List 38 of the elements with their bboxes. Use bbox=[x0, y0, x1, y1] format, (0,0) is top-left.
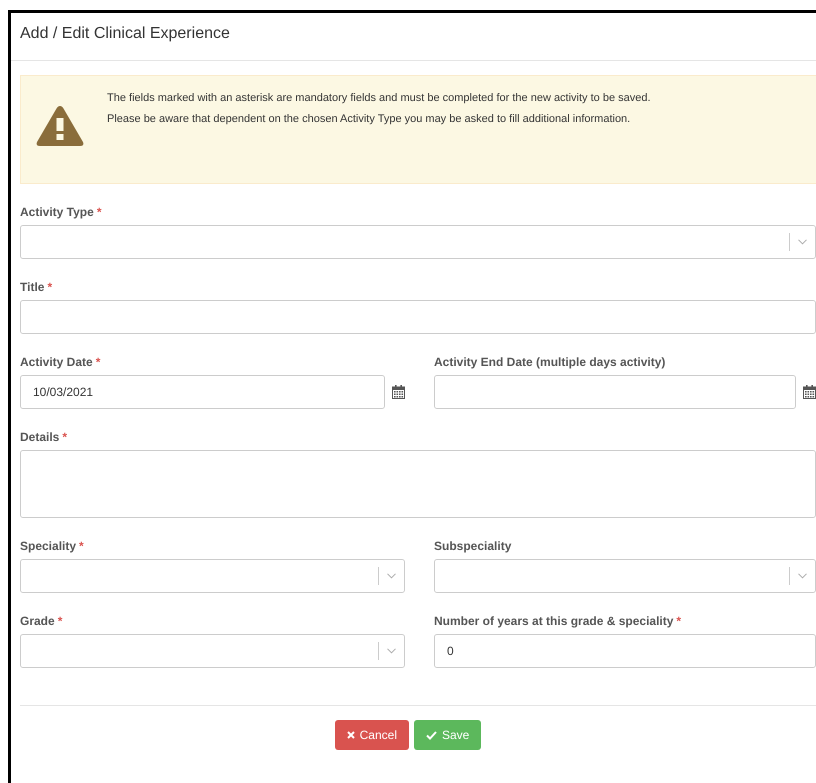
check-icon bbox=[426, 730, 437, 740]
alert-text: The fields marked with an asterisk are mandatory fields and must be completed for the new activity to be saved. bbox=[107, 92, 651, 104]
chevron-down-icon bbox=[798, 573, 807, 579]
text-field[interactable]: 0 bbox=[434, 634, 816, 668]
field-label: Speciality bbox=[20, 539, 76, 553]
calendar-icon[interactable] bbox=[803, 385, 816, 399]
field-label: Subspeciality bbox=[434, 539, 512, 553]
required-asterisk: * bbox=[79, 539, 84, 553]
select-field[interactable] bbox=[20, 225, 816, 259]
field-label: Activity Date bbox=[20, 355, 93, 369]
cancel-button[interactable]: Cancel bbox=[334, 720, 409, 750]
warning-icon bbox=[35, 104, 85, 148]
required-asterisk: * bbox=[47, 280, 52, 294]
field-label: Details bbox=[20, 430, 60, 444]
select-field[interactable] bbox=[434, 559, 816, 593]
field-label: Activity Type bbox=[20, 205, 94, 219]
text-field[interactable] bbox=[20, 300, 816, 334]
required-asterisk: * bbox=[62, 430, 68, 444]
alert-text: Please be aware that dependent on the chosen Activity Type you may be asked to fill additional information. bbox=[107, 113, 632, 125]
field-label: Number of years at this grade & speciality bbox=[434, 614, 674, 628]
select-field[interactable] bbox=[20, 559, 405, 593]
close-icon bbox=[346, 731, 355, 739]
field-label: Activity End Date (multiple days activity) bbox=[434, 355, 666, 369]
chevron-down-icon bbox=[387, 648, 396, 654]
date-field[interactable] bbox=[434, 375, 796, 409]
required-asterisk: * bbox=[96, 205, 102, 219]
details-field[interactable] bbox=[20, 450, 816, 518]
chevron-down-icon bbox=[387, 573, 396, 579]
required-asterisk: * bbox=[676, 614, 682, 628]
chevron-down-icon bbox=[798, 239, 807, 245]
select-field[interactable] bbox=[20, 634, 405, 668]
dialog-title: Add / Edit Clinical Experience bbox=[20, 25, 230, 42]
required-asterisk: * bbox=[58, 614, 62, 628]
required-asterisk: * bbox=[96, 355, 100, 369]
field-label: Title bbox=[20, 280, 44, 294]
calendar-icon[interactable] bbox=[392, 385, 405, 399]
field-label: Grade bbox=[20, 614, 55, 628]
date-field[interactable]: 10/03/2021 bbox=[20, 375, 385, 409]
